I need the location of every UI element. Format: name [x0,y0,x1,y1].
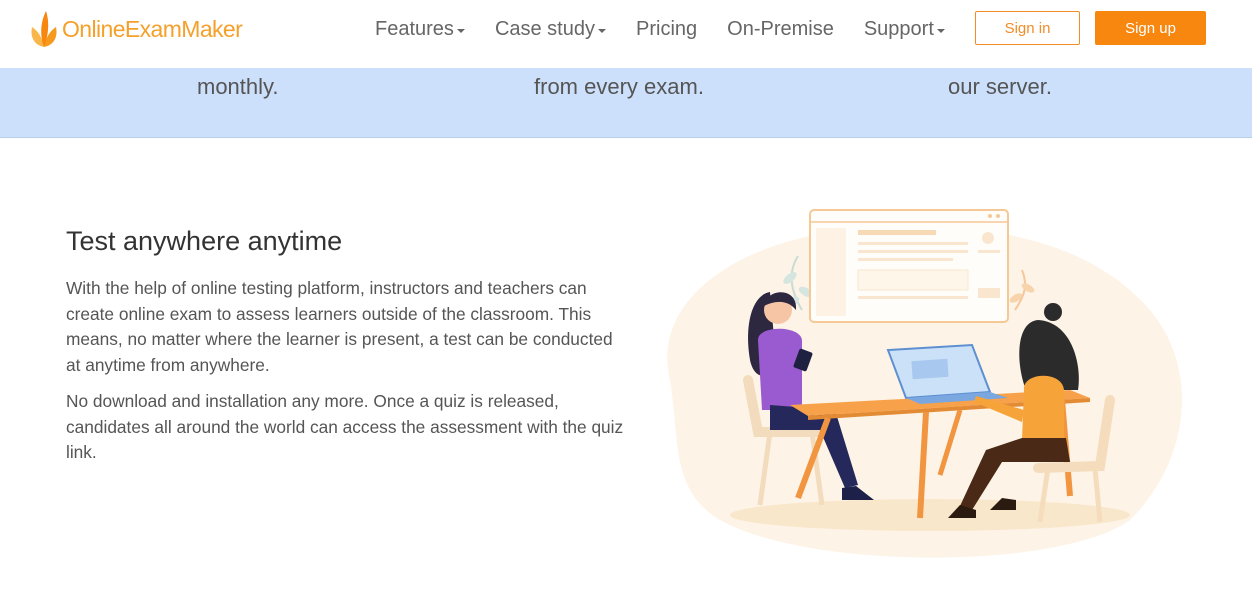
section-heading: Test anywhere anytime [66,226,343,256]
nav-on-premise[interactable]: On-Premise [727,18,834,41]
sign-in-button[interactable]: Sign in [975,11,1080,45]
nav-support[interactable]: Support [864,18,945,41]
site-header: OnlineExamMaker Features Case study Pric… [0,0,1252,68]
sign-up-button[interactable]: Sign up [1095,11,1206,45]
nav-support-label: Support [863,18,934,40]
main-nav: Features Case study Pricing On-Premise S… [375,18,975,41]
caret-down-icon [598,29,606,33]
nav-case-study[interactable]: Case study [495,18,606,41]
section-paragraph-2: No download and installation any more. O… [66,391,624,462]
logo[interactable]: OnlineExamMaker [28,9,243,49]
caret-down-icon [936,29,945,33]
caret-down-icon [456,29,465,33]
nav-on-premise-label: On-Premise [727,18,834,40]
nav-features-label: Features [375,18,454,40]
nav-pricing[interactable]: Pricing [636,18,697,41]
test-anywhere-illustration [667,209,1183,558]
band-text-1: monthly. [197,74,279,99]
logo-icon [31,11,57,47]
logo-text: OnlineExamMaker [62,15,243,42]
band-text-3: our server. [948,74,1052,99]
nav-features[interactable]: Features [375,18,465,41]
section-paragraph-1: With the help of online testing platform… [66,278,613,375]
nav-pricing-label: Pricing [636,18,698,40]
feature-band: monthly. from every exam. our server. [0,68,1252,138]
band-text-2: from every exam. [534,74,704,99]
nav-case-study-label: Case study [494,18,595,40]
